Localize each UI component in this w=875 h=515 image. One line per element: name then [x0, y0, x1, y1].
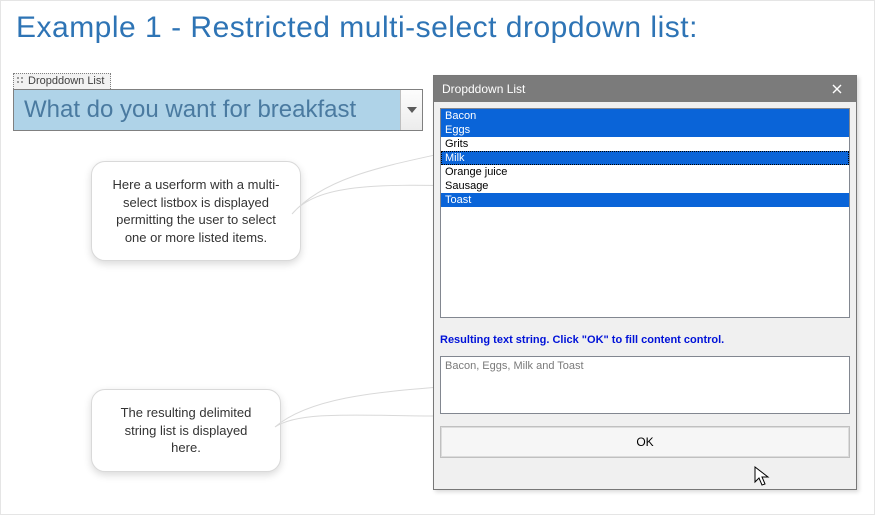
dropdown-button[interactable] [400, 90, 422, 130]
document-canvas: Example 1 - Restricted multi-select drop… [0, 0, 875, 515]
userform-dialog: Dropddown List BaconEggsGritsMilkOrange … [433, 75, 857, 490]
callout-listbox-explainer: Here a userform with a multi-select list… [91, 161, 301, 261]
dialog-titlebar[interactable]: Dropddown List [434, 76, 856, 102]
chevron-down-icon [407, 107, 417, 113]
callout-text: Here a userform with a multi-select list… [113, 177, 280, 245]
instruction-label: Resulting text string. Click "OK" to fil… [440, 334, 850, 346]
list-item[interactable]: Orange juice [441, 165, 849, 179]
close-icon [832, 84, 842, 94]
callout-result-explainer: The resulting delimited string list is d… [91, 389, 281, 472]
callout-text: The resulting delimited string list is d… [121, 405, 252, 455]
list-item[interactable]: Grits [441, 137, 849, 151]
callout-tail-icon [270, 382, 450, 452]
close-button[interactable] [818, 76, 856, 102]
items-listbox[interactable]: BaconEggsGritsMilkOrange juiceSausageToa… [440, 108, 850, 318]
page-title: Example 1 - Restricted multi-select drop… [16, 11, 698, 45]
content-control-tab[interactable]: Dropddown List [13, 73, 111, 89]
list-item[interactable]: Toast [441, 193, 849, 207]
list-item[interactable]: Milk [441, 151, 849, 165]
content-control-field[interactable]: What do you want for breakfast [14, 90, 400, 130]
ok-button[interactable]: OK [441, 427, 849, 457]
dialog-title: Dropddown List [442, 82, 525, 96]
list-item[interactable]: Eggs [441, 123, 849, 137]
list-item[interactable]: Bacon [441, 109, 849, 123]
result-textbox[interactable]: Bacon, Eggs, Milk and Toast [440, 356, 850, 414]
content-control: Dropddown List What do you want for brea… [13, 71, 423, 131]
list-item[interactable]: Sausage [441, 179, 849, 193]
